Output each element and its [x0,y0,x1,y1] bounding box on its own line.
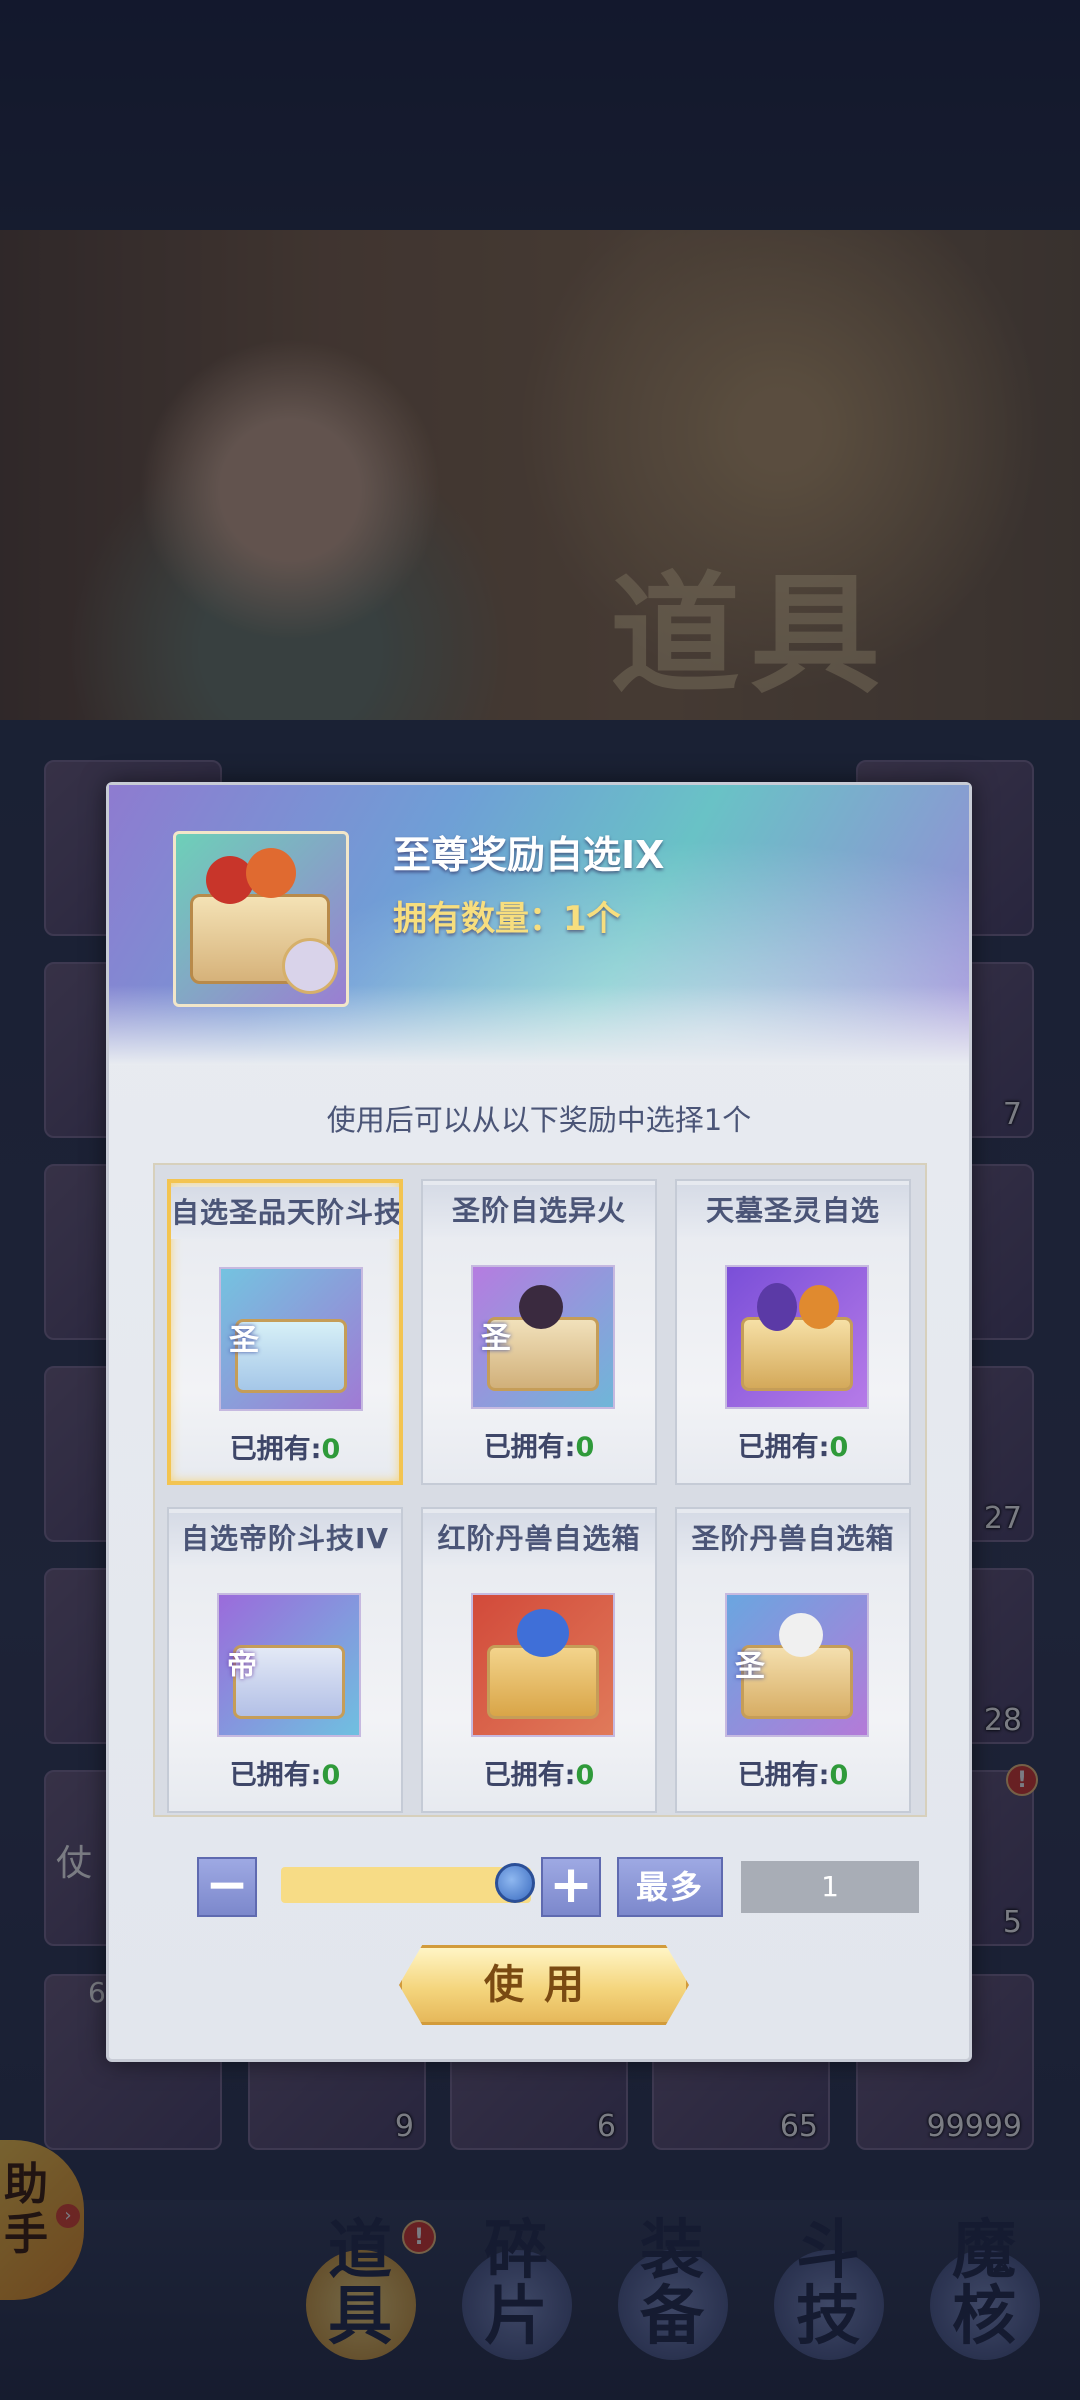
rank-badge: 圣 [735,1649,765,1684]
emperor-skill-chest-icon: 帝 [217,1593,361,1737]
owned-count: 已拥有:0 [483,1760,595,1791]
gem-shape [246,848,296,898]
owned-count: 已拥有:0 [737,1760,849,1791]
gem-shape [517,1609,569,1657]
reward-select-dialog: 至尊奖励自选IX 拥有数量：1个 使用后可以从以下奖励中选择1个 自选圣品天阶斗… [106,782,972,2062]
item-quantity: 拥有数量：1个 [393,899,621,939]
instruction-text: 使用后可以从以下奖励中选择1个 [326,1103,752,1137]
owned-count: 已拥有:0 [483,1432,595,1463]
reward-title: 圣阶自选异火 [423,1185,655,1237]
reward-option[interactable]: 圣阶自选异火 圣 已拥有:0 [421,1179,657,1485]
reward-option[interactable]: 天墓圣灵自选 已拥有:0 [675,1179,911,1485]
gem-shape [757,1283,797,1331]
reward-option[interactable]: 圣阶丹兽自选箱 圣 已拥有:0 [675,1507,911,1813]
gem-shape [779,1613,823,1657]
owned-count: 已拥有:0 [229,1434,341,1465]
red-beast-chest-icon [471,1593,615,1737]
rank-badge: 圣 [481,1321,511,1356]
holy-beast-chest-icon: 圣 [725,1593,869,1737]
owned-count: 已拥有:0 [737,1432,849,1463]
rank-badge: 帝 [227,1649,257,1684]
reward-title: 自选帝阶斗技IV [169,1513,401,1565]
portrait-coin [282,938,338,994]
increase-button[interactable]: + [541,1857,601,1917]
reward-title: 自选圣品天阶斗技 [171,1187,399,1239]
chest-shape [741,1317,853,1391]
treasure-chest-icon [173,831,349,1007]
reward-option[interactable]: 自选帝阶斗技IV 帝 已拥有:0 [167,1507,403,1813]
use-button[interactable]: 使用 [399,1945,689,2025]
rank-badge: 圣 [229,1323,259,1358]
reward-title: 红阶丹兽自选箱 [423,1513,655,1565]
gem-shape [799,1285,839,1329]
reward-title: 天墓圣灵自选 [677,1185,909,1237]
slider-handle[interactable] [495,1863,535,1903]
spirit-chest-icon [725,1265,869,1409]
reward-list: 自选圣品天阶斗技 圣 已拥有:0 圣阶自选异火 圣 已拥有:0 天墓圣灵自选 已… [153,1163,927,1817]
reward-option[interactable]: 自选圣品天阶斗技 圣 已拥有:0 [167,1179,403,1485]
quantity-input[interactable] [741,1861,919,1913]
item-name: 至尊奖励自选IX [393,833,665,877]
owned-count: 已拥有:0 [229,1760,341,1791]
reward-title: 圣阶丹兽自选箱 [677,1513,909,1565]
skill-book-chest-icon: 圣 [219,1267,363,1411]
gem-shape [519,1285,563,1329]
max-button[interactable]: 最多 [617,1857,723,1917]
flame-chest-icon: 圣 [471,1265,615,1409]
quantity-slider[interactable] [281,1867,531,1903]
reward-option[interactable]: 红阶丹兽自选箱 已拥有:0 [421,1507,657,1813]
decrease-button[interactable]: − [197,1857,257,1917]
